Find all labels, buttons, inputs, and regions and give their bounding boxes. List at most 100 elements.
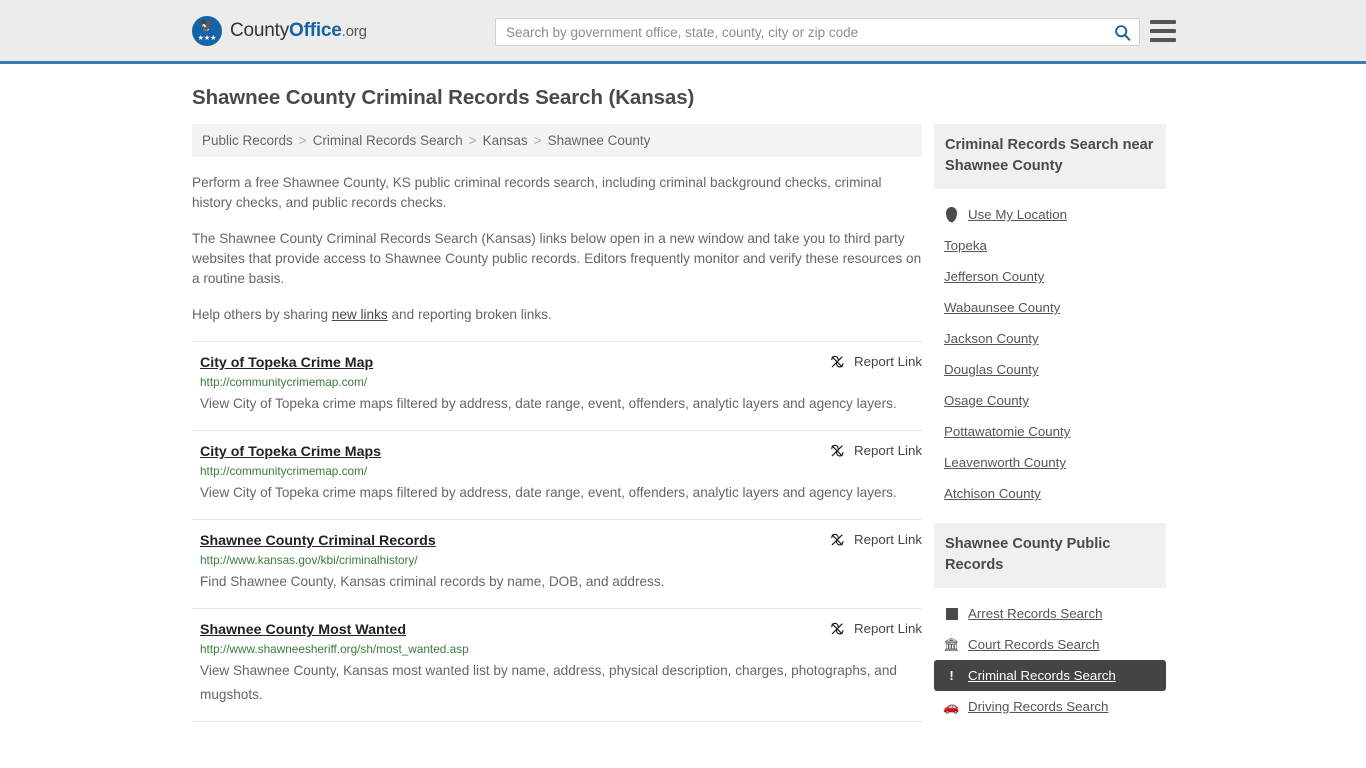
result-description: View City of Topeka crime maps filtered …	[200, 396, 897, 411]
breadcrumb-separator: >	[533, 133, 542, 148]
breadcrumb-item-0[interactable]: Public Records	[202, 133, 293, 148]
map-pin-icon	[944, 207, 959, 222]
new-links-link[interactable]: new links	[332, 307, 388, 322]
car-icon: 🚗	[943, 698, 960, 714]
breadcrumb-separator: >	[298, 133, 307, 148]
breadcrumb: Public Records > Criminal Records Search…	[192, 124, 922, 157]
result-url: http://www.kansas.gov/kbi/criminalhistor…	[200, 553, 418, 567]
intro-paragraph-3: Help others by sharing new links and rep…	[192, 305, 922, 325]
results-bottom-divider	[192, 721, 922, 725]
nearby-search-panel: Criminal Records Search near Shawnee Cou…	[934, 124, 1166, 509]
sidebar-item-label[interactable]: Driving Records Search	[968, 699, 1108, 714]
report-link-label: Report Link	[854, 354, 922, 369]
intro-p3-before: Help others by sharing	[192, 307, 332, 322]
page-title: Shawnee County Criminal Records Search (…	[192, 86, 695, 109]
sidebar-item-court-records[interactable]: 🏛 Court Records Search	[934, 629, 1166, 660]
list-item[interactable]: Atchison County	[934, 478, 1166, 509]
nearby-link-wabaunsee[interactable]: Wabaunsee County	[944, 300, 1060, 315]
intro-text: Perform a free Shawnee County, KS public…	[192, 157, 922, 325]
use-my-location-label[interactable]: Use My Location	[968, 207, 1067, 222]
eagle-seal-icon: 🦅 ★★★	[192, 15, 222, 46]
breadcrumb-item-2[interactable]: Kansas	[483, 133, 528, 148]
result-description: View City of Topeka crime maps filtered …	[200, 485, 897, 500]
public-records-list: Arrest Records Search 🏛 Court Records Se…	[934, 588, 1166, 722]
report-link-button[interactable]: Report Link	[830, 443, 922, 458]
list-item[interactable]: Douglas County	[934, 354, 1166, 385]
list-item[interactable]: Osage County	[934, 385, 1166, 416]
report-link-button[interactable]: Report Link	[830, 621, 922, 636]
sidebar-item-label[interactable]: Arrest Records Search	[968, 606, 1103, 621]
main-column: Public Records > Criminal Records Search…	[192, 124, 922, 736]
report-link-label: Report Link	[854, 443, 922, 458]
report-link-button[interactable]: Report Link	[830, 532, 922, 547]
content-row: Public Records > Criminal Records Search…	[192, 124, 1174, 736]
sidebar-item-arrest-records[interactable]: Arrest Records Search	[934, 598, 1166, 629]
sidebar: Criminal Records Search near Shawnee Cou…	[934, 124, 1166, 736]
result-url: http://communitycrimemap.com/	[200, 464, 368, 478]
result-item: Shawnee County Most Wanted http://www.sh…	[192, 608, 922, 721]
result-item: City of Topeka Crime Map http://communit…	[192, 341, 922, 430]
report-link-label: Report Link	[854, 532, 922, 547]
breadcrumb-separator: >	[468, 133, 477, 148]
nearby-link-leavenworth[interactable]: Leavenworth County	[944, 455, 1066, 470]
result-title-link[interactable]: Shawnee County Most Wanted	[200, 622, 406, 638]
sidebar-item-label[interactable]: Criminal Records Search	[968, 668, 1116, 683]
list-item[interactable]: Topeka	[934, 230, 1166, 261]
public-records-panel: Shawnee County Public Records Arrest Rec…	[934, 523, 1166, 722]
nearby-link-atchison[interactable]: Atchison County	[944, 486, 1041, 501]
nearby-links-list: Use My Location Topeka Jefferson County …	[934, 189, 1166, 509]
public-records-panel-heading: Shawnee County Public Records	[934, 523, 1166, 588]
broken-link-icon	[831, 622, 844, 635]
list-item[interactable]: Leavenworth County	[934, 447, 1166, 478]
result-url: http://communitycrimemap.com/	[200, 375, 368, 389]
result-item: City of Topeka Crime Maps http://communi…	[192, 430, 922, 519]
brand-wordmark: CountyOffice.org	[230, 20, 367, 42]
result-description: View Shawnee County, Kansas most wanted …	[200, 663, 897, 702]
nearby-link-topeka[interactable]: Topeka	[944, 238, 987, 253]
brand-org: .org	[341, 22, 367, 40]
sidebar-item-label[interactable]: Court Records Search	[968, 637, 1100, 652]
sidebar-item-driving-records[interactable]: 🚗 Driving Records Search	[934, 691, 1166, 722]
list-item[interactable]: Pottawatomie County	[934, 416, 1166, 447]
courthouse-icon: 🏛	[943, 636, 960, 652]
intro-paragraph-2: The Shawnee County Criminal Records Sear…	[192, 231, 922, 286]
list-item[interactable]: Wabaunsee County	[934, 292, 1166, 323]
nearby-link-osage[interactable]: Osage County	[944, 393, 1029, 408]
result-title-link[interactable]: City of Topeka Crime Maps	[200, 444, 381, 460]
search-button[interactable]	[1105, 19, 1139, 45]
list-item[interactable]: Jackson County	[934, 323, 1166, 354]
use-my-location-item[interactable]: Use My Location	[934, 199, 1166, 230]
broken-link-icon	[831, 533, 844, 546]
broken-link-icon	[831, 355, 844, 368]
result-title-link[interactable]: City of Topeka Crime Map	[200, 355, 373, 371]
brand-office: Office	[289, 19, 342, 41]
broken-link-icon	[831, 444, 844, 457]
result-url: http://www.shawneesheriff.org/sh/most_wa…	[200, 642, 469, 656]
nearby-link-pottawatomie[interactable]: Pottawatomie County	[944, 424, 1070, 439]
brand-county: County	[230, 19, 290, 41]
breadcrumb-item-3: Shawnee County	[547, 133, 651, 148]
breadcrumb-item-1[interactable]: Criminal Records Search	[313, 133, 463, 148]
report-link-button[interactable]: Report Link	[830, 354, 922, 369]
search-input[interactable]	[496, 24, 1105, 40]
site-header: 🦅 ★★★ CountyOffice.org	[0, 0, 1366, 64]
nearby-link-jefferson[interactable]: Jefferson County	[944, 269, 1044, 284]
page-container: Shawnee County Criminal Records Search (…	[0, 64, 1366, 736]
sidebar-item-criminal-records[interactable]: ! Criminal Records Search	[934, 660, 1166, 691]
result-title-link[interactable]: Shawnee County Criminal Records	[200, 533, 436, 549]
search-bar[interactable]	[495, 18, 1140, 46]
hamburger-menu-icon[interactable]	[1150, 20, 1176, 42]
nearby-panel-heading: Criminal Records Search near Shawnee Cou…	[934, 124, 1166, 189]
search-icon	[1114, 24, 1130, 41]
exclamation-icon: !	[949, 668, 954, 683]
report-link-label: Report Link	[854, 621, 922, 636]
nearby-link-douglas[interactable]: Douglas County	[944, 362, 1039, 377]
square-icon	[944, 606, 959, 621]
nearby-link-jackson[interactable]: Jackson County	[944, 331, 1039, 346]
intro-paragraph-1: Perform a free Shawnee County, KS public…	[192, 175, 882, 210]
site-logo[interactable]: 🦅 ★★★ CountyOffice.org	[192, 15, 367, 46]
result-description: Find Shawnee County, Kansas criminal rec…	[200, 574, 665, 589]
result-item: Shawnee County Criminal Records http://w…	[192, 519, 922, 608]
list-item[interactable]: Jefferson County	[934, 261, 1166, 292]
intro-p3-after: and reporting broken links.	[387, 307, 552, 322]
